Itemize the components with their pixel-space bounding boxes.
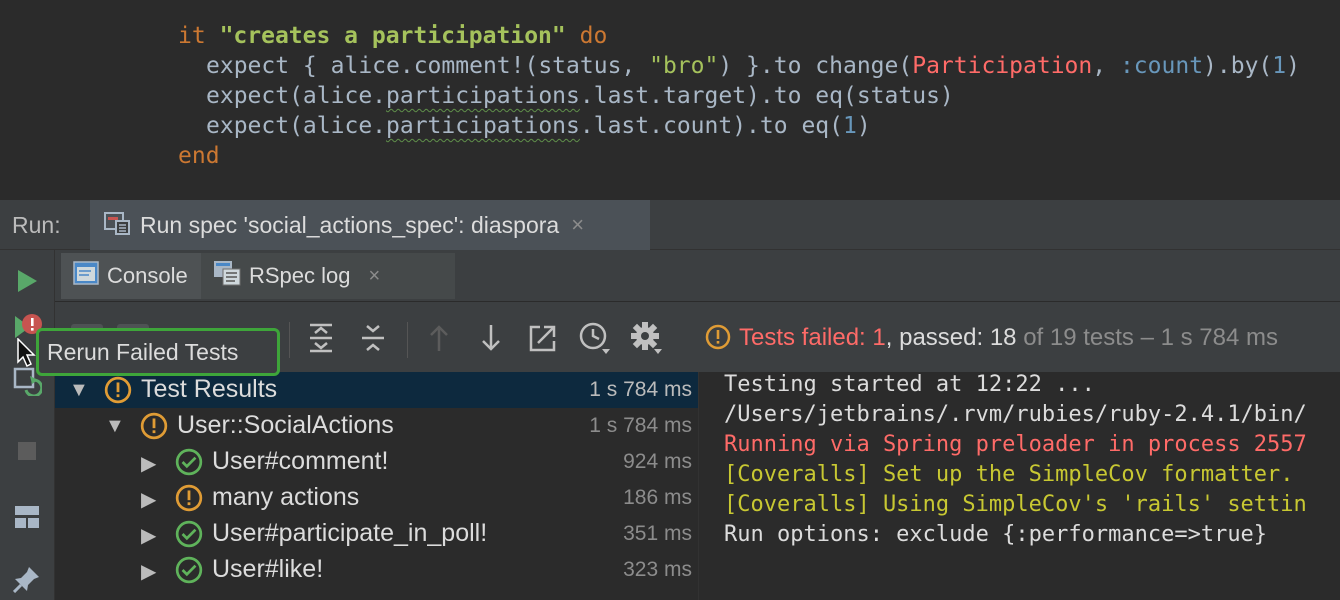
expanded-arrow-icon[interactable]: ▼ (69, 379, 89, 402)
close-rspec-log-icon[interactable]: × (369, 265, 381, 288)
code-line-3: expect(alice.participations.last.target)… (206, 83, 954, 109)
console-line: Run options: exclude {:performance=>true… (724, 522, 1268, 547)
run-sub-tabs: Console RSpec log × (55, 250, 1340, 302)
code-line-2: expect { alice.comment!(status, "bro") }… (206, 53, 1301, 79)
stop-icon (8, 432, 46, 470)
console-icon (73, 261, 99, 291)
code-line-1: it "creates a participation" do (178, 21, 607, 51)
close-tab-icon[interactable]: × (571, 212, 584, 238)
log-icon (213, 260, 241, 292)
console-line: Running via Spring preloader in process … (724, 432, 1307, 457)
passed-icon (175, 448, 203, 481)
tree-row-duration: 186 ms (623, 486, 692, 509)
next-failed-icon[interactable] (473, 320, 509, 356)
warning-icon (104, 376, 132, 409)
collapsed-arrow-icon[interactable]: ▶ (141, 559, 156, 584)
tree-row-duration: 323 ms (623, 558, 692, 581)
tree-row-duration: 1 s 784 ms (589, 378, 692, 401)
tab-console-label: Console (107, 263, 188, 288)
code-line-5: end (178, 141, 220, 171)
console-line: [Coveralls] Set up the SimpleCov formatt… (724, 462, 1294, 487)
tree-row-duration: 924 ms (623, 450, 692, 473)
warning-icon (175, 484, 203, 517)
expanded-arrow-icon[interactable]: ▼ (105, 415, 125, 438)
tree-row-label: Test Results (141, 375, 278, 403)
rspec-config-icon (104, 211, 130, 240)
tree-row-duration: 351 ms (623, 522, 692, 545)
tree-row-test-results[interactable]: ▼ Test Results 1 s 784 ms (55, 372, 698, 408)
tree-row-label: User::SocialActions (177, 411, 394, 439)
keyword-do: do (579, 23, 608, 49)
console-output[interactable]: Testing started at 12:22 ... /Users/jetb… (698, 372, 1340, 600)
keyword-end: end (178, 143, 220, 169)
code-editor[interactable]: it "creates a participation" do expect {… (0, 0, 1340, 200)
tree-row-label: User#like! (212, 555, 324, 583)
tree-row-duration: 1 s 784 ms (589, 414, 692, 437)
tree-row-comment[interactable]: ▶ User#comment! 924 ms (55, 444, 698, 480)
layout-icon[interactable] (8, 498, 46, 536)
run-icon[interactable] (8, 262, 46, 300)
keyword-it: it (178, 23, 206, 49)
toolbar-separator (289, 322, 290, 358)
history-icon[interactable] (577, 320, 613, 356)
collapsed-arrow-icon[interactable]: ▶ (141, 451, 156, 476)
previous-failed-icon (421, 320, 457, 356)
tree-row-many-actions[interactable]: ▶ many actions 186 ms (55, 480, 698, 516)
passed-icon (175, 520, 203, 553)
tree-row-participate-in-poll[interactable]: ▶ User#participate_in_poll! 351 ms (55, 516, 698, 552)
collapsed-arrow-icon[interactable]: ▶ (141, 487, 156, 512)
console-line: Testing started at 12:22 ... (724, 372, 1095, 397)
settings-icon[interactable] (629, 320, 665, 356)
console-line: /Users/jetbrains/.rvm/rubies/ruby-2.4.1/… (724, 402, 1307, 427)
warning-icon (140, 412, 168, 445)
tab-rspec-log-label: RSpec log (249, 263, 351, 288)
run-tab-label: Run spec 'social_actions_spec': diaspora (140, 211, 560, 238)
test-status-summary: Tests failed: 1, passed: 18 of 19 tests … (705, 320, 1278, 356)
run-left-toolbar (0, 250, 55, 600)
toolbar-separator (407, 322, 408, 358)
tree-row-like[interactable]: ▶ User#like! 323 ms (55, 552, 698, 588)
export-icon[interactable] (525, 320, 561, 356)
tree-row-label: many actions (212, 483, 360, 511)
tooltip-text: Rerun Failed Tests (47, 338, 239, 365)
run-tool-window-header: Run: Run spec 'social_actions_spec': dia… (0, 200, 1340, 250)
spec-description-string: "creates a participation" (219, 23, 566, 49)
collapsed-arrow-icon[interactable]: ▶ (141, 523, 156, 548)
tab-rspec-log[interactable]: RSpec log × (201, 253, 455, 299)
run-configuration-tab[interactable]: Run spec 'social_actions_spec': diaspora… (90, 200, 650, 250)
tree-row-label: User#participate_in_poll! (212, 519, 488, 547)
warning-icon (705, 324, 731, 361)
tree-row-label: User#comment! (212, 447, 389, 475)
pin-icon[interactable] (8, 560, 46, 598)
test-results-tree[interactable]: ▼ Test Results 1 s 784 ms ▼ User::Social… (55, 372, 698, 600)
console-line: [Coveralls] Using SimpleCov's 'rails' se… (724, 492, 1307, 517)
code-line-4: expect(alice.participations.last.count).… (206, 113, 871, 139)
tree-row-social-actions[interactable]: ▼ User::SocialActions 1 s 784 ms (55, 408, 698, 444)
rerun-failed-tests-tooltip: Rerun Failed Tests (36, 328, 280, 376)
tab-console[interactable]: Console (61, 253, 201, 299)
run-label: Run: (12, 212, 61, 238)
mouse-cursor-icon (17, 337, 37, 373)
passed-icon (175, 556, 203, 589)
expand-all-icon[interactable] (303, 320, 339, 356)
collapse-all-icon[interactable] (355, 320, 391, 356)
